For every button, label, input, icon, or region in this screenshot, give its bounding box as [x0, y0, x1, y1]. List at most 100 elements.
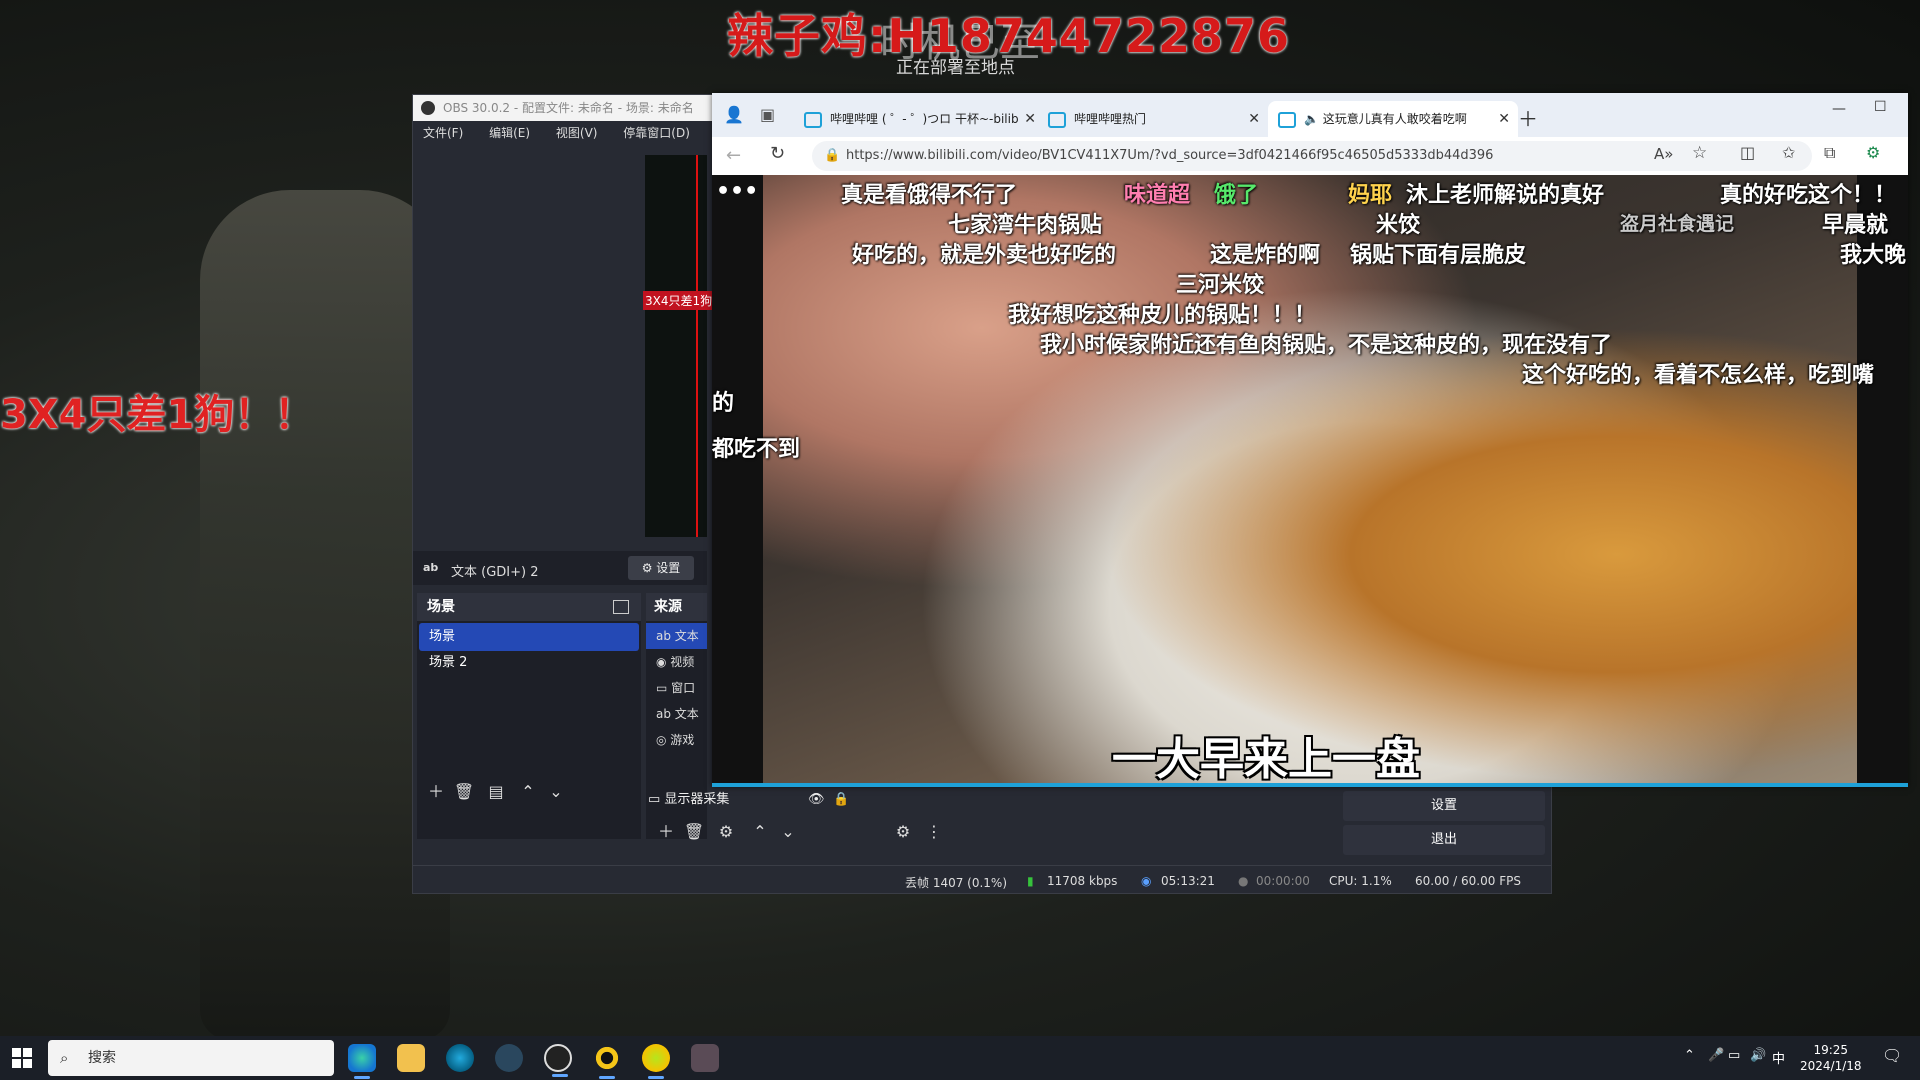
favorites-icon[interactable]: ✩ [1782, 143, 1795, 162]
scenes-dock: 场景 场景 场景 2 ＋ 🗑 ▤ ⌃ ⌄ [417, 593, 641, 839]
obs-logo-icon [421, 101, 435, 115]
video-progress-bar[interactable] [712, 783, 1908, 787]
record-time: 00:00:00 [1256, 874, 1310, 888]
game-launcher-icon[interactable] [642, 1044, 670, 1079]
microphone-icon[interactable]: 🎤 [1708, 1048, 1724, 1063]
file-explorer-icon[interactable] [397, 1044, 425, 1072]
source-item-label: 文本 [674, 707, 699, 721]
preview-text-source[interactable]: 3X4只差1狗 [643, 291, 715, 310]
collections-icon[interactable]: ⧉ [1824, 143, 1835, 163]
game-icon[interactable] [691, 1044, 719, 1072]
move-up-icon[interactable]: ⌃ [515, 779, 541, 805]
ime-indicator[interactable]: 中 [1772, 1048, 1785, 1067]
danmaku-comment: 妈耶 [1348, 183, 1393, 208]
system-clock[interactable]: 19:25 2024/1/18 [1800, 1042, 1862, 1074]
monitor-icon: ▭ [648, 792, 665, 807]
source-settings-label: 设置 [656, 561, 681, 575]
tab-strip: 👤 ▣ 哔哩哔哩 ( ゜- ゜)つロ 干杯~-bilib ✕ 哔哩哔哩热门 ✕ … [712, 93, 1908, 137]
source-item[interactable]: ▭ 窗口 [646, 675, 707, 701]
split-screen-icon[interactable]: ◫ [1740, 143, 1755, 162]
audio-settings-icon[interactable]: ⚙ [890, 819, 916, 845]
danmaku-comment: 真的好吃这个！！ [1720, 183, 1897, 208]
close-icon[interactable]: ✕ [1498, 101, 1510, 137]
tab-actions-icon[interactable]: ▣ [760, 105, 775, 124]
eye-icon[interactable]: 👁 [808, 788, 825, 812]
read-aloud-icon[interactable]: A» [1654, 145, 1673, 163]
minimize-icon[interactable]: — [1832, 101, 1846, 117]
network-icon[interactable]: ▭ [1728, 1048, 1740, 1063]
lock-icon[interactable]: 🔒 [833, 788, 849, 812]
steam-icon[interactable] [495, 1044, 523, 1072]
volume-icon[interactable]: 🔊 [1750, 1048, 1766, 1063]
close-icon[interactable]: ✕ [1024, 101, 1036, 137]
favorite-star-icon[interactable]: ☆ [1692, 143, 1707, 163]
dropped-frames: 丢帧 1407 (0.1%) [905, 876, 1008, 890]
cpu-usage: CPU: 1.1% [1329, 874, 1392, 888]
tab-video-active[interactable]: 🔈 这玩意儿真有人敢咬着吃啊 ✕ [1268, 101, 1518, 137]
gear-icon[interactable]: ⚙ [713, 819, 739, 845]
tab-label: 哔哩哔哩 ( ゜- ゜)つロ 干杯~-bilib [830, 112, 1019, 126]
danmaku-comment: 味道超 [1124, 183, 1191, 208]
undock-icon[interactable] [613, 600, 629, 614]
add-scene-icon[interactable]: ＋ [423, 779, 449, 805]
gear-icon: ⚙ [641, 561, 653, 575]
scene-item[interactable]: 场景 2 [419, 649, 639, 677]
notification-icon[interactable]: 🗨 [1882, 1046, 1902, 1065]
source-item-display-capture[interactable]: ▭ 显示器采集 👁 🔒 [648, 788, 908, 812]
menu-edit[interactable]: 编辑(E) [489, 121, 530, 145]
search-placeholder: 搜索 [88, 1050, 116, 1066]
taskbar-search-box[interactable]: ⌕ 搜索 [48, 1040, 334, 1076]
menu-docks[interactable]: 停靠窗口(D) [623, 121, 690, 145]
tab-bilibili-home[interactable]: 哔哩哔哩 ( ゜- ゜)つロ 干杯~-bilib ✕ [794, 101, 1044, 137]
menu-file[interactable]: 文件(F) [423, 121, 463, 145]
video-watermark: 盗月社食遇记 [1620, 213, 1735, 235]
danmaku-comment: 三河米饺 [1176, 273, 1265, 298]
chevron-up-icon[interactable]: ⌃ [1684, 1048, 1695, 1063]
more-options-icon[interactable]: ⋮ [921, 819, 947, 845]
source-item[interactable]: ab 文本 [646, 623, 707, 649]
source-properties-bar: ab 文本 (GDI+) 2 ⚙ 设置 [413, 551, 707, 585]
move-down-icon[interactable]: ⌄ [775, 819, 801, 845]
refresh-icon[interactable]: ↻ [770, 143, 785, 164]
trash-icon[interactable]: 🗑 [681, 819, 707, 845]
more-icon[interactable]: ••• [716, 179, 758, 204]
windows-start-icon[interactable] [12, 1048, 32, 1068]
extensions-icon[interactable]: ⚙ [1866, 143, 1880, 162]
tab-bilibili-hot[interactable]: 哔哩哔哩热门 ✕ [1038, 101, 1268, 137]
danmaku-comment: 我大晚 [1840, 243, 1907, 268]
settings-button[interactable]: 设置 [1343, 791, 1545, 821]
scene-item[interactable]: 场景 [419, 623, 639, 651]
move-down-icon[interactable]: ⌄ [543, 779, 569, 805]
exit-button[interactable]: 退出 [1343, 825, 1545, 855]
record-icon: ● [1238, 874, 1249, 888]
new-tab-icon[interactable]: ＋ [1518, 103, 1538, 132]
bilibili-icon [1048, 111, 1066, 128]
profile-icon[interactable]: 👤 [724, 105, 744, 124]
app-ring-icon[interactable] [593, 1044, 621, 1079]
close-icon[interactable]: ✕ [1248, 101, 1260, 137]
menu-view[interactable]: 视图(V) [556, 121, 598, 145]
bitrate: 11708 kbps [1047, 874, 1118, 888]
video-player[interactable]: ••• 真是看饿得不行了 味道超 饿了 妈耶 沐上老师解说的真好 真的好吃这个！… [712, 175, 1908, 787]
danmaku-comment: 饿了 [1214, 183, 1259, 208]
browser-window: 👤 ▣ 哔哩哔哩 ( ゜- ゜)つロ 干杯~-bilib ✕ 哔哩哔哩热门 ✕ … [712, 93, 1908, 787]
edge-browser-icon[interactable] [348, 1044, 376, 1079]
source-item[interactable]: ◉ 视频 [646, 649, 707, 675]
back-icon[interactable]: ← [726, 145, 741, 166]
app-icon[interactable] [446, 1044, 474, 1072]
stream-overlay-left-text: 3X4只差1狗！！ [0, 392, 315, 438]
sources-title: 来源 [646, 593, 707, 621]
danmaku-comment: 我好想吃这种皮儿的锅贴！！！ [1008, 303, 1317, 328]
maximize-icon[interactable]: ☐ [1874, 99, 1887, 115]
source-settings-button[interactable]: ⚙ 设置 [628, 556, 694, 580]
add-source-icon[interactable]: ＋ [653, 819, 679, 845]
filter-icon[interactable]: ▤ [483, 779, 509, 805]
source-item[interactable]: ◎ 游戏 [646, 727, 707, 753]
source-item[interactable]: ab 文本 [646, 701, 707, 727]
danmaku-comment: 都吃不到 [712, 437, 801, 462]
trash-icon[interactable]: 🗑 [451, 779, 477, 805]
danmaku-comment: 我小时候家附近还有鱼肉锅贴，不是这种皮的，现在没有了 [1040, 333, 1613, 358]
move-up-icon[interactable]: ⌃ [747, 819, 773, 845]
game-deploy-text: 正在部署至地点 [896, 58, 1015, 78]
obs-icon[interactable] [544, 1044, 572, 1077]
